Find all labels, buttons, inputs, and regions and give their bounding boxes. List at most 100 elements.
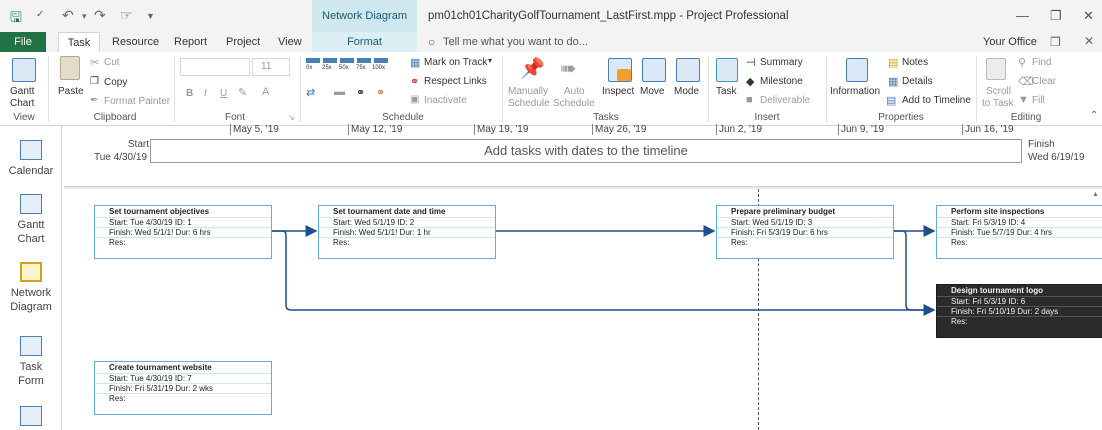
deliverable-button[interactable]: Deliverable [760, 95, 810, 106]
cut-icon[interactable]: ✂ [90, 56, 99, 69]
font-color-icon[interactable]: A [262, 86, 269, 98]
copy-icon[interactable]: ❐ [90, 76, 99, 87]
move-button[interactable]: Move [640, 86, 664, 97]
font-size-box[interactable]: 11 [252, 58, 290, 76]
clear-button[interactable]: Clear [1032, 76, 1056, 87]
task-node-2[interactable]: Set tournament date and time Start: Wed … [318, 205, 496, 259]
find-button[interactable]: Find [1032, 57, 1051, 68]
pct-50-button[interactable]: 50x [339, 65, 349, 71]
milestone-icon[interactable]: ◆ [746, 75, 754, 88]
add-to-timeline-button[interactable]: Add to Timeline [902, 95, 971, 106]
save-icon[interactable]: 🖫 [10, 7, 22, 31]
italic-button[interactable]: I [204, 88, 207, 99]
manually-schedule-label[interactable]: Schedule [508, 98, 550, 109]
information-button[interactable]: Information [830, 86, 880, 97]
insert-task-button[interactable]: Task [716, 86, 737, 97]
undo-dropdown-icon[interactable]: ▾ [82, 11, 87, 22]
font-dialog-launcher-icon[interactable]: ↘ [288, 113, 295, 122]
link-tasks-icon[interactable]: ⚭ [356, 86, 365, 99]
redo-icon[interactable]: ↷ [94, 7, 106, 24]
manually-schedule-icon[interactable]: 📌 [520, 56, 545, 81]
customize-qat-icon[interactable]: ▼ [146, 11, 155, 21]
task-node-1[interactable]: Set tournament objectives Start: Tue 4/3… [94, 205, 272, 259]
view-gantt-chart[interactable]: Gantt Chart [0, 194, 62, 246]
format-painter-button[interactable]: Format Painter [104, 96, 170, 107]
tab-task[interactable]: Task [58, 32, 100, 53]
window-close-icon[interactable]: ✕ [1084, 34, 1094, 48]
fill-button[interactable]: Fill [1032, 95, 1045, 106]
restore-icon[interactable]: ❐ [1050, 8, 1062, 24]
inspect-button[interactable]: Inspect [602, 86, 634, 97]
pct-25-button[interactable]: 25x [322, 65, 332, 71]
to-task-label[interactable]: to Task [982, 98, 1014, 109]
tab-file[interactable]: File [0, 32, 46, 52]
minimize-icon[interactable]: — [1016, 8, 1029, 23]
font-name-box[interactable] [180, 58, 250, 76]
highlight-icon[interactable]: ✎ [238, 86, 247, 99]
tab-project[interactable]: Project [226, 32, 260, 52]
pct-75-button[interactable]: 75x [356, 65, 366, 71]
auto-schedule-icon[interactable]: ➠ [560, 56, 577, 81]
respect-links-icon[interactable]: ⚭ [410, 75, 419, 88]
mode-icon[interactable] [676, 58, 700, 82]
inactivate-icon[interactable]: ▣ [410, 94, 419, 105]
format-painter-icon[interactable]: ✒ [90, 95, 98, 106]
close-icon[interactable]: ✕ [1083, 8, 1094, 24]
insert-task-icon[interactable] [716, 58, 738, 82]
unlink-tasks-icon[interactable]: ⚭ [376, 86, 385, 99]
paste-button[interactable]: Paste [58, 86, 84, 97]
manually-label[interactable]: Manually [508, 86, 548, 97]
view-task-form[interactable]: Task Form [0, 336, 62, 388]
details-button[interactable]: Details [902, 76, 933, 87]
tab-format[interactable]: Format [312, 32, 417, 52]
mark-on-track-button[interactable]: Mark on Track [424, 57, 487, 68]
view-calendar[interactable]: Calendar [0, 140, 62, 178]
network-diagram[interactable]: Set tournament objectives Start: Tue 4/3… [64, 189, 1102, 430]
mark-on-track-dropdown-icon[interactable]: ▾ [488, 56, 492, 65]
tell-me-box[interactable]: Tell me what you want to do... [443, 36, 588, 48]
scroll-label[interactable]: Scroll [986, 86, 1011, 97]
auto-label[interactable]: Auto [564, 86, 585, 97]
details-icon[interactable]: ▦ [888, 75, 898, 88]
pct-100-button[interactable]: 100x [372, 65, 385, 71]
mark-on-track-icon[interactable]: ▦ [410, 56, 420, 69]
spelling-icon[interactable]: ✓ [36, 9, 44, 20]
scroll-up-icon[interactable]: ▲ [1092, 191, 1099, 198]
respect-links-button[interactable]: Respect Links [424, 76, 487, 87]
paste-icon[interactable] [60, 56, 80, 80]
auto-schedule-label[interactable]: Schedule [553, 98, 595, 109]
tab-view[interactable]: View [278, 32, 302, 52]
find-icon[interactable]: ⚲ [1018, 56, 1026, 69]
gantt-label[interactable]: Gantt [10, 86, 34, 97]
notes-icon[interactable]: ▤ [888, 56, 898, 69]
notes-button[interactable]: Notes [902, 57, 928, 68]
pct-0-button[interactable]: 0x [306, 65, 312, 71]
move-link-icon[interactable]: ⇄ [306, 86, 315, 99]
mode-button[interactable]: Mode [674, 86, 699, 97]
collapse-ribbon-icon[interactable]: ⌃ [1090, 110, 1098, 121]
move-icon[interactable] [642, 58, 666, 82]
split-task-icon[interactable]: ▬ [334, 86, 345, 98]
milestone-button[interactable]: Milestone [760, 76, 803, 87]
underline-button[interactable]: U [220, 88, 227, 99]
task-node-7[interactable]: Create tournament website Start: Tue 4/3… [94, 361, 272, 415]
add-to-timeline-icon[interactable]: ▤ [886, 94, 896, 107]
summary-icon[interactable]: ⊣ [746, 56, 756, 69]
view-more[interactable] [0, 406, 62, 430]
view-network-diagram[interactable]: Network Diagram [0, 262, 62, 314]
ribbon-display-icon[interactable]: ❐ [1050, 35, 1061, 49]
deliverable-icon[interactable]: ■ [746, 94, 753, 106]
fill-icon[interactable]: ▼ [1018, 94, 1029, 106]
inspect-icon[interactable] [608, 58, 632, 82]
cut-button[interactable]: Cut [104, 57, 120, 68]
inactivate-button[interactable]: Inactivate [424, 95, 467, 106]
task-node-4[interactable]: Perform site inspections Start: Fri 5/3/… [936, 205, 1102, 259]
undo-icon[interactable]: ↶ [62, 7, 74, 24]
tab-report[interactable]: Report [174, 32, 207, 52]
timeline-bar[interactable]: Add tasks with dates to the timeline [150, 139, 1022, 163]
touch-mode-icon[interactable]: ☞ [120, 7, 133, 24]
task-node-6[interactable]: Design tournament logo Start: Fri 5/3/19… [936, 284, 1102, 338]
gantt-chart-icon[interactable] [12, 58, 36, 82]
account-name[interactable]: Your Office [983, 36, 1037, 48]
copy-button[interactable]: Copy [104, 77, 127, 88]
